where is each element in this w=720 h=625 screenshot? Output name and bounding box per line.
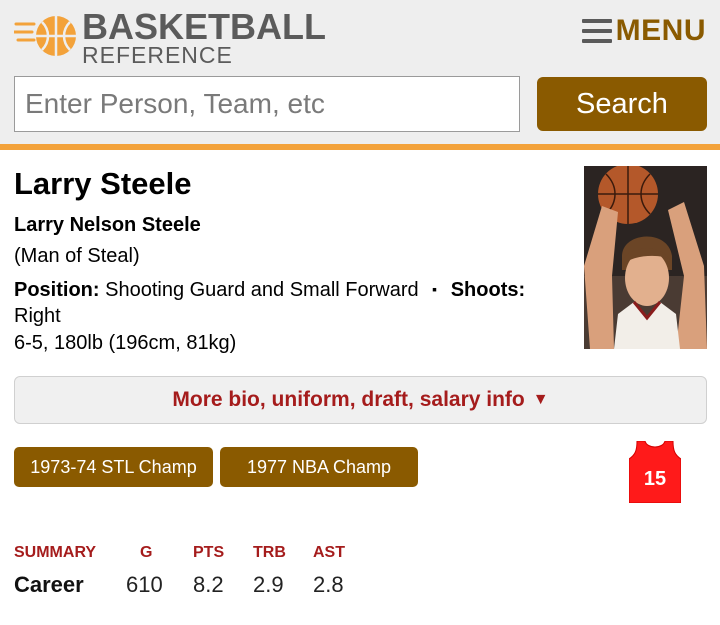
summary-col-ast: AST xyxy=(313,544,345,561)
career-label: Career xyxy=(14,572,84,597)
player-full-name: Larry Nelson Steele xyxy=(14,214,201,236)
career-ast-value: 2.8 xyxy=(313,572,344,597)
player-nickname: (Man of Steal) xyxy=(14,245,140,267)
separator-bullet: ▪ xyxy=(432,281,438,297)
career-pts-value: 8.2 xyxy=(193,572,224,597)
summary-col-pts: PTS xyxy=(193,544,225,561)
more-bio-button[interactable]: More bio, uniform, draft, salary info ▼ xyxy=(14,376,707,424)
championship-badge[interactable]: 1977 NBA Champ xyxy=(220,447,418,487)
logo-subtitle: REFERENCE xyxy=(82,42,233,68)
hamburger-icon xyxy=(581,19,612,43)
player-photo xyxy=(584,166,707,349)
player-photo-image xyxy=(584,166,707,349)
summary-header: SUMMARY xyxy=(14,544,97,561)
player-size: 6-5, 180lb (196cm, 81kg) xyxy=(14,332,237,354)
menu-label: MENU xyxy=(615,14,706,47)
career-trb-value: 2.9 xyxy=(253,572,284,597)
position-value: Shooting Guard and Small Forward xyxy=(105,279,419,301)
summary-col-trb: TRB xyxy=(253,544,286,561)
shoots-label: Shoots: xyxy=(450,279,526,301)
triangle-down-icon: ▼ xyxy=(532,391,549,408)
basketball-logo-icon xyxy=(14,16,76,56)
career-g-value: 610 xyxy=(126,572,163,597)
position-line: Position: Shooting Guard and Small Forwa… xyxy=(14,276,534,329)
header-divider xyxy=(0,144,720,150)
logo-text: BASKETBALL REFERENCE xyxy=(82,6,326,68)
more-bio-label: More bio, uniform, draft, salary info xyxy=(172,388,525,411)
logo-title: BASKETBALL xyxy=(82,6,326,47)
menu-button[interactable]: MENU xyxy=(581,14,706,48)
summary-col-g: G xyxy=(140,544,153,561)
position-label: Position: xyxy=(14,279,100,301)
search-input[interactable] xyxy=(14,76,520,132)
championship-badge[interactable]: 1973-74 STL Champ xyxy=(14,447,213,487)
jersey-number: 15 xyxy=(643,468,667,490)
player-name: Larry Steele xyxy=(14,166,192,201)
search-button[interactable]: Search xyxy=(537,77,707,131)
shoots-value: Right xyxy=(14,305,61,327)
